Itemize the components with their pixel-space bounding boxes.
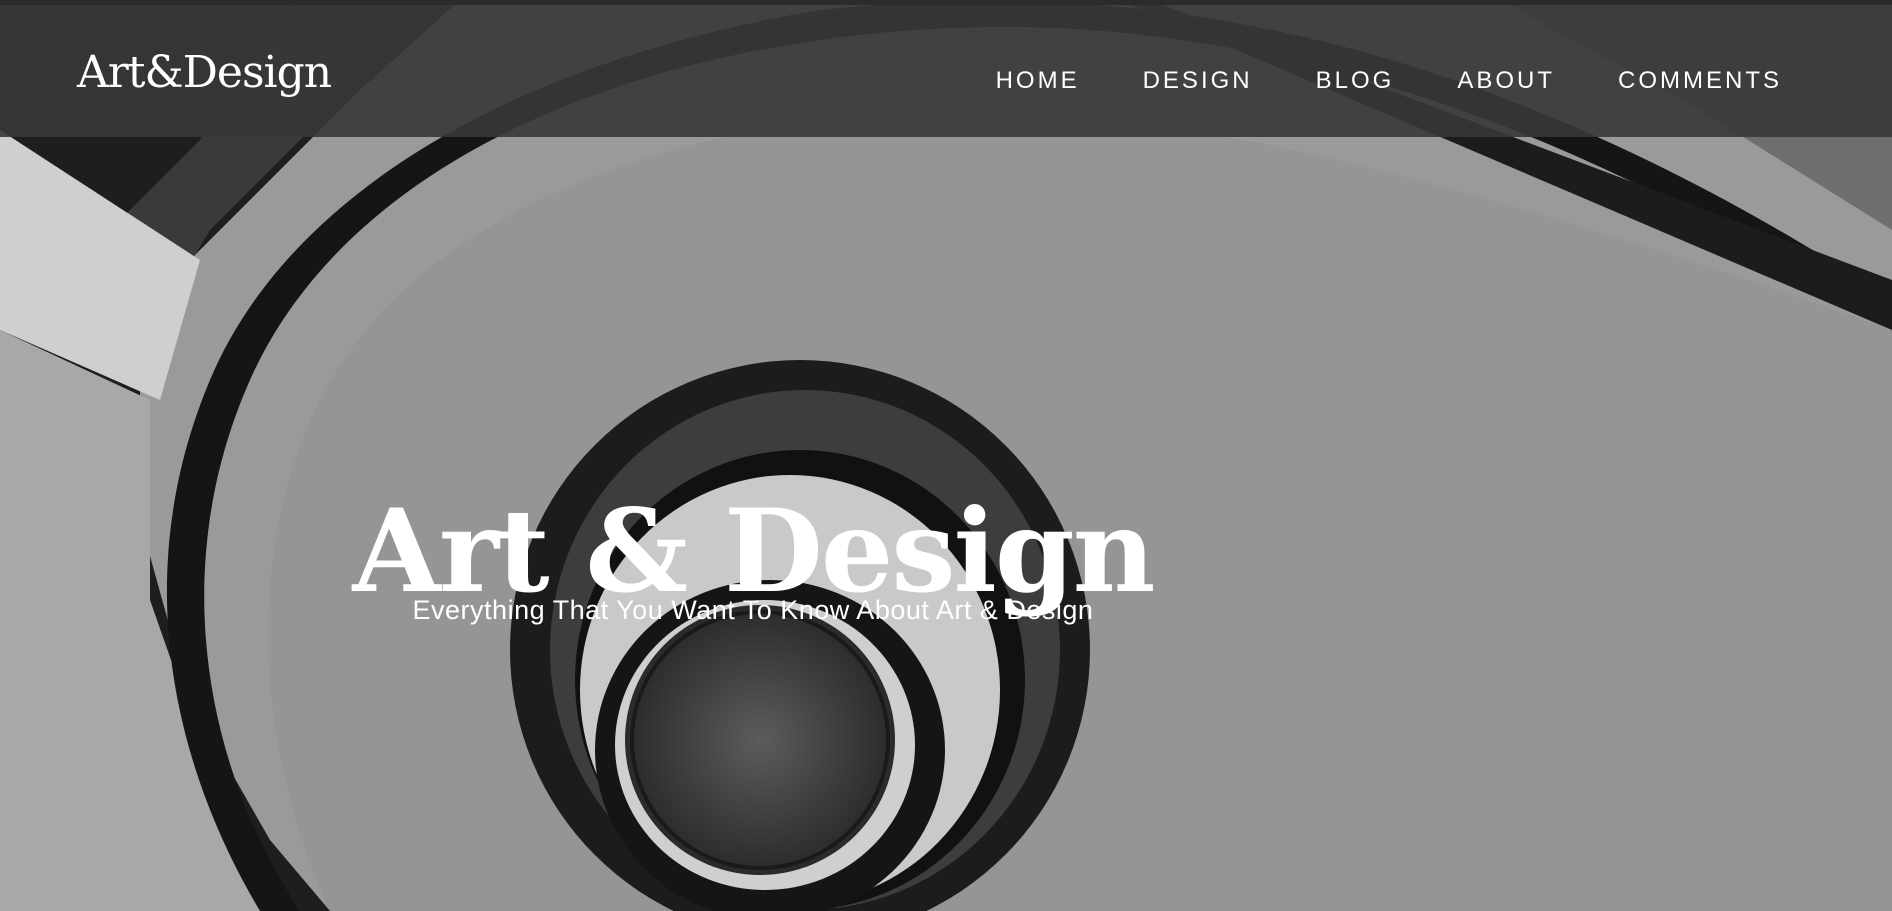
nav-link-blog[interactable]: BLOG (1316, 63, 1395, 99)
nav-link-comments[interactable]: COMMENTS (1618, 63, 1782, 99)
nav-link-home[interactable]: HOME (996, 63, 1080, 99)
nav-link-about[interactable]: ABOUT (1457, 63, 1555, 99)
navbar: Art&Design HOME DESIGN BLOG ABOUT COMMEN… (0, 5, 1892, 137)
brand-logo[interactable]: Art&Design (77, 45, 332, 101)
page: Art&Design HOME DESIGN BLOG ABOUT COMMEN… (0, 0, 1892, 911)
nav-link-design[interactable]: DESIGN (1143, 63, 1253, 99)
hero-subtitle: Everything That You Want To Know About A… (412, 595, 1094, 625)
main-nav: HOME DESIGN BLOG ABOUT COMMENTS (933, 63, 1782, 99)
